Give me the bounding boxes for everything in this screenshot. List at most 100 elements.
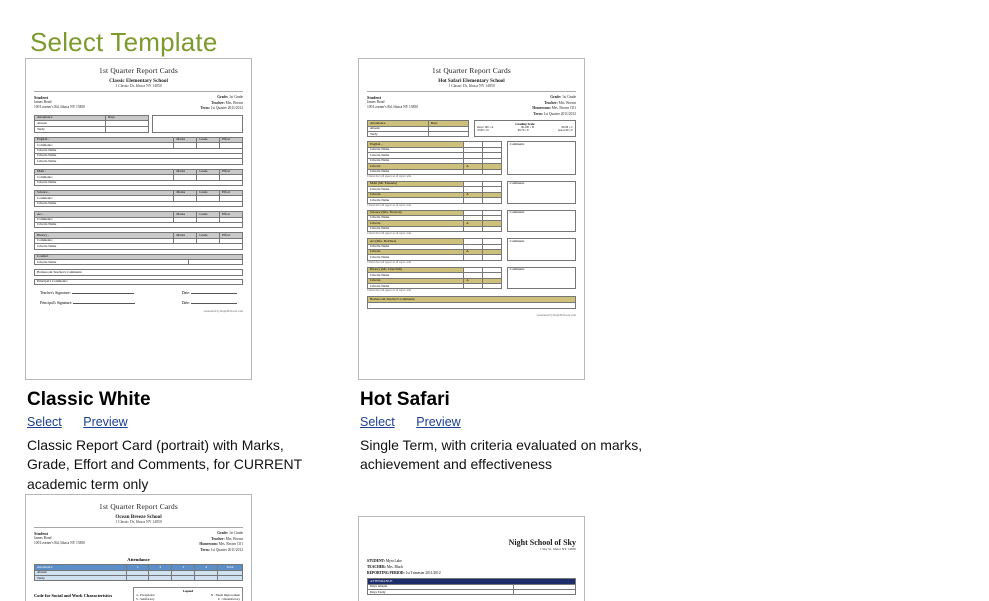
term-label: Term: — [200, 106, 210, 111]
criteria-row: Criteria Name — [366, 197, 465, 204]
criteria-note: Criteria that will appear on all report … — [367, 174, 412, 178]
grading-scale-item: 70-80 = D — [476, 129, 489, 133]
teacher-value: Mrs. Brown — [558, 100, 576, 105]
teacher-label: Teacher: — [211, 536, 225, 541]
principal-signature-label: Principal's Signature: — [40, 301, 73, 306]
criteria-note: Criteria that will appear on all report … — [367, 260, 412, 264]
attendance-section-title: Attendance — [127, 557, 150, 563]
grade-value: 1st Grade — [229, 95, 243, 99]
homeroom-label: Homeroom: — [532, 106, 551, 111]
template-thumbnail-classic-white[interactable]: 1st Quarter Report Cards Classic Element… — [25, 58, 252, 380]
homeroom-comments-block: Homeroom Teacher's Comments: — [34, 269, 243, 276]
thumb-school-address: 1 Sky St, Ithaca NY 14850 — [539, 546, 576, 551]
thumb-student-block: Student James Bond 100 Learner's Rd, Ith… — [34, 95, 243, 112]
legend-item: S - Satisfactory — [136, 597, 155, 601]
thumb-report-title: 1st Quarter Report Cards — [99, 66, 178, 75]
template-actions: Select Preview — [360, 415, 666, 429]
template-card-classic-white: 1st Quarter Report Cards Classic Element… — [0, 58, 333, 494]
subject-block-history: History (Mr. Churchill) Criteria Name - C… — [366, 266, 577, 293]
criteria-note: Criteria that will appear on all report … — [367, 203, 412, 207]
thumb-school-address: 1 Classic Dr, Ithaca NY 14850 — [115, 519, 162, 524]
template-thumbnail-ocean-breeze[interactable]: 1st Quarter Report Cards Ocean Breeze Sc… — [25, 493, 252, 601]
days-tardy-label: Days Tardy — [367, 589, 514, 596]
subject-block-art: Art - Marks Grade Effort Comments: Crite… — [33, 211, 243, 229]
template-card-night-school-of-sky: Night School of Sky 1 Sky St, Ithaca NY … — [333, 494, 666, 601]
page-title: Select Template — [30, 27, 218, 58]
select-link[interactable]: Select — [27, 415, 62, 429]
template-thumbnail-night-school-of-sky[interactable]: Night School of Sky 1 Sky St, Ithaca NY … — [358, 515, 585, 601]
thumb-credit: Generated by RapidSchools.com — [203, 309, 243, 314]
comments-label: Comments — [506, 141, 577, 175]
subject-block-science: Science - Marks Grade Effort Comments: C… — [33, 189, 243, 208]
teacher-label: TEACHER: — [367, 565, 386, 570]
criteria-row: Criteria Name — [366, 282, 465, 290]
subject-block-english: English - Marks Grade Effort Comments: C… — [33, 136, 243, 165]
preview-link[interactable]: Preview — [83, 415, 127, 429]
select-link[interactable]: Select — [360, 415, 395, 429]
comments-label: Comments — [506, 266, 577, 290]
thumb-school-name: Night School of Sky — [508, 537, 576, 547]
grading-scale-item: below 60 = F — [558, 129, 573, 133]
student-address: 100 Learner's Rd, Ithaca NY 15850 — [34, 541, 86, 546]
legend-item: U - Unsatisfactory — [217, 597, 240, 601]
student-value: Myra Lake — [385, 558, 402, 563]
template-thumbnail-hot-safari[interactable]: 1st Quarter Report Cards Hot Safari Elem… — [358, 58, 585, 380]
teacher-value: Mrs. Black — [386, 565, 403, 570]
code-social-title: Code for Social and Work Characteristics — [34, 592, 113, 598]
template-name: Classic White — [27, 389, 151, 410]
conduct-block: Conduct Criteria Name — [34, 253, 244, 266]
teacher-label: Teacher: — [544, 100, 558, 105]
thumb-report-title: 1st Quarter Report Cards — [432, 66, 511, 75]
term-value: 1st Quarter 2011/2012 — [210, 547, 243, 552]
principal-signature-row: Principal's Signature: Date: — [34, 301, 243, 305]
subject-block-math: Math - Marks Grade Effort Comments: Crit… — [33, 168, 243, 186]
tardy-label: Tardy — [34, 126, 106, 133]
divider — [34, 526, 243, 528]
reporting-period-label: REPORTING PERIOD: — [367, 571, 405, 576]
subject-block-science: Science (Mrs. Newton) Criteria Name - Cri… — [366, 209, 577, 236]
template-grid: 1st Quarter Report Cards Classic Element… — [0, 58, 989, 601]
comments-label: Comments — [506, 180, 577, 204]
subject-block-math: Math (Mr. Einstein) Criteria Name - Crite… — [366, 180, 577, 207]
principal-comments-label: Principal's Comments: — [34, 278, 243, 286]
student-address: 100 Learner's Rd, Ithaca NY 15850 — [34, 105, 86, 110]
tardy-label: Tardy — [367, 131, 429, 138]
attendance-table: ATTENDANCE Days Absent Days Tardy — [367, 578, 577, 596]
principal-comments-block: Principal's Comments: — [34, 278, 243, 286]
divider — [367, 91, 576, 92]
homeroom-value: Mrs. Brown C01 — [551, 106, 576, 111]
homeroom-comments-label: Homeroom Teacher's Comments: — [34, 269, 243, 276]
select-template-page: Select Template 1st Quarter Report Cards… — [0, 0, 989, 601]
criteria-row: Criteria Name — [34, 179, 243, 186]
student-label: STUDENT: — [367, 558, 385, 563]
term-value: 1st Quarter 2011/2012 — [210, 106, 243, 111]
subject-block-english: English - Criteria Name - Criteria Name C… — [366, 141, 577, 178]
comments-label: Comments — [506, 209, 577, 233]
preview-link[interactable]: Preview — [416, 415, 460, 429]
thumb-school-address: 1 Classic Dr, Ithaca NY 14850 — [115, 84, 162, 88]
subject-block-art: Art (Mrs. DaVinci) Criteria Name - Criter… — [366, 238, 577, 264]
grade-label: Grade: — [217, 95, 229, 99]
template-card-hot-safari: 1st Quarter Report Cards Hot Safari Elem… — [333, 58, 666, 494]
criteria-row: Criteria Name — [34, 243, 243, 250]
grade-value: 1st Grade — [562, 95, 576, 99]
teacher-value: Mrs. Brown — [225, 100, 243, 105]
divider — [34, 91, 243, 92]
criteria-note: Criteria that will appear on all report … — [367, 232, 412, 236]
attendance-table: Attendance Days Absent Tardy — [34, 114, 150, 133]
teacher-signature-row: Teacher's Signature: Date: — [34, 291, 243, 295]
grading-scale-item: 60-70 = E — [517, 129, 529, 133]
criteria-row: Criteria Name — [34, 200, 243, 208]
thumb-student-block: Student James Bond 100 Learner's Rd, Ith… — [367, 95, 576, 117]
reporting-period-value: 1st Trimester 2011/2012 — [405, 571, 441, 576]
teacher-label: Teacher: — [211, 100, 225, 105]
attendance-notes-box — [152, 114, 243, 133]
term-value: 1st Quarter 2011/2012 — [543, 111, 576, 116]
criteria-row: Criteria Name — [34, 221, 243, 229]
criteria-note: Criteria that will appear on all report … — [367, 289, 412, 293]
grade-label: Grade: — [550, 95, 562, 99]
criteria-row: Criteria Name — [366, 254, 465, 261]
attendance-table: Attendance 1 2 3 4 Total Absent Tardy — [34, 564, 243, 582]
date-label: Date: — [181, 301, 191, 306]
teacher-signature-label: Teacher's Signature: — [40, 291, 71, 296]
